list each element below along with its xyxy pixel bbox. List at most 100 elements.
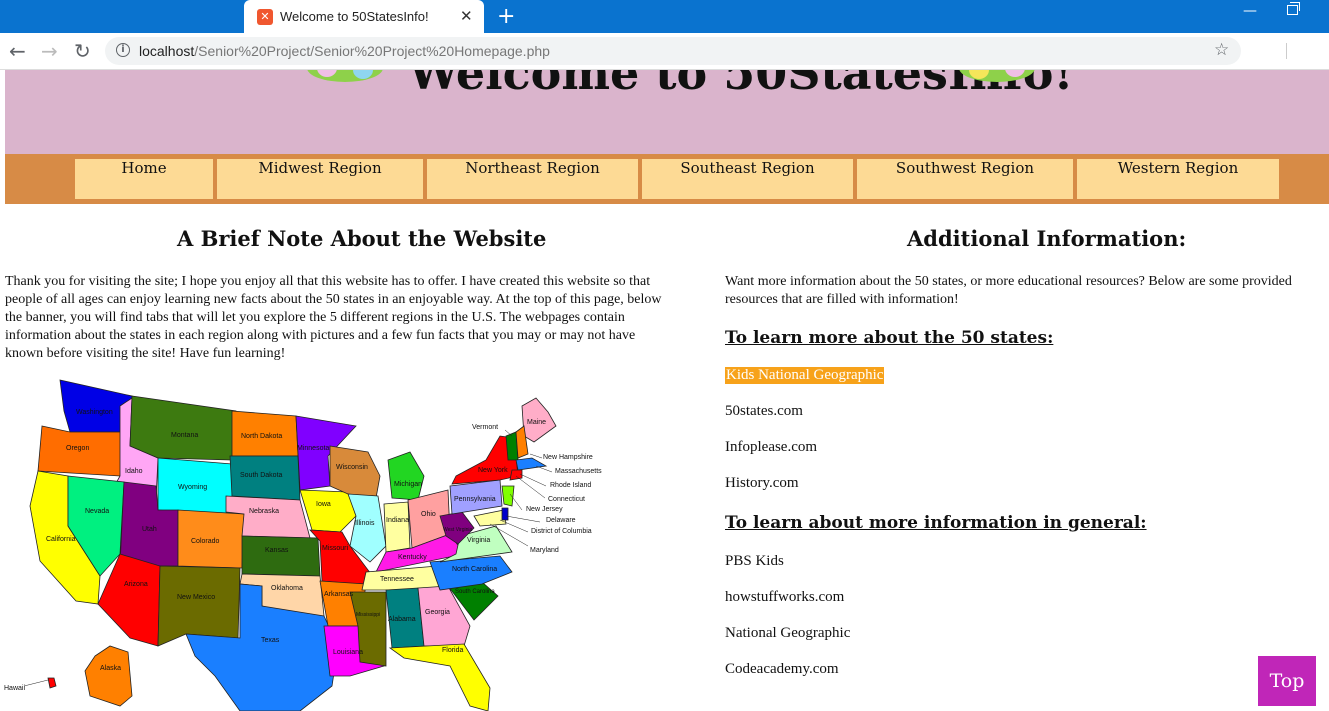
- link-history[interactable]: History.com: [725, 475, 799, 492]
- link-howstuffworks[interactable]: howstuffworks.com: [725, 589, 844, 606]
- forward-arrow-icon[interactable]: →: [41, 39, 58, 63]
- link-kids-national-geographic[interactable]: Kids National Geographic: [725, 367, 885, 384]
- map-label: South Carolina: [455, 589, 495, 595]
- map-label: South Dakota: [240, 472, 283, 479]
- link-national-geographic[interactable]: National Geographic: [725, 625, 850, 642]
- map-label: Wyoming: [178, 484, 207, 491]
- map-state-alaska: [84, 645, 133, 707]
- map-label: Indiana: [386, 517, 409, 524]
- nav-southwest-region[interactable]: Southwest Region: [857, 159, 1073, 199]
- map-label: Louisiana: [333, 649, 363, 656]
- nav-northeast-region[interactable]: Northeast Region: [427, 159, 638, 199]
- reload-icon[interactable]: ↻: [74, 39, 91, 63]
- map-label: Nevada: [85, 508, 109, 515]
- toolbar-divider: [1286, 43, 1287, 59]
- map-label: Tennessee: [380, 576, 414, 583]
- map-label: Colorado: [191, 538, 220, 545]
- url-input[interactable]: i localhost/Senior%20Project/Senior%20Pr…: [105, 37, 1241, 65]
- url-host: localhost: [139, 43, 195, 59]
- map-state-connecticut: [509, 469, 523, 481]
- map-label: Illinois: [355, 520, 375, 527]
- map-state-new-jersey: [501, 485, 515, 507]
- map-label: Idaho: [125, 468, 143, 475]
- map-state-hawaii: [47, 677, 57, 689]
- map-label: Arizona: [124, 581, 148, 588]
- map-state-montana: [129, 395, 237, 461]
- section-50-states-title: To learn more about the 50 states:: [725, 328, 1054, 348]
- left-heading: A Brief Note About the Website: [177, 226, 547, 251]
- banner: Welcome to 50StatesInfo!: [5, 70, 1329, 154]
- map-label: Florida: [442, 647, 464, 654]
- map-label: District of Columbia: [531, 528, 592, 535]
- left-paragraph: Thank you for visiting the site; I hope …: [5, 274, 662, 361]
- map-label: West Virginia: [443, 527, 472, 533]
- back-arrow-icon[interactable]: ←: [9, 39, 26, 63]
- map-label: Mississippi: [356, 612, 380, 618]
- map-state-new-mexico: [157, 565, 241, 647]
- back-to-top-button[interactable]: Top: [1258, 656, 1316, 706]
- map-label: Pennsylvania: [454, 496, 496, 503]
- flower-decoration-icon: [959, 70, 1035, 82]
- right-intro: Want more information about the 50 state…: [725, 274, 1292, 307]
- map-label: Kansas: [265, 547, 289, 554]
- map-label: New York: [478, 467, 508, 474]
- us-states-map: Washington Oregon California Idaho Nevad…: [4, 379, 602, 711]
- link-codeacademy[interactable]: Codeacademy.com: [725, 661, 839, 678]
- region-navbar: Home Midwest Region Northeast Region Sou…: [5, 154, 1329, 204]
- map-state-iowa: [299, 489, 357, 533]
- map-state-michigan: [387, 451, 425, 501]
- url-path: /Senior%20Project/Senior%20Project%20Hom…: [194, 43, 550, 59]
- map-state-delaware: [501, 507, 509, 521]
- link-50states[interactable]: 50states.com: [725, 403, 803, 420]
- map-label: Minnesota: [297, 445, 329, 452]
- map-label: Iowa: [316, 501, 331, 508]
- map-label: Maine: [527, 419, 546, 426]
- map-label: Missouri: [322, 545, 349, 552]
- map-label: New Hampshire: [543, 454, 593, 461]
- xampp-favicon-icon: ✕: [257, 9, 273, 25]
- map-state-kansas: [241, 535, 321, 577]
- map-label: Kentucky: [398, 554, 427, 561]
- nav-western-region[interactable]: Western Region: [1077, 159, 1279, 199]
- nav-home[interactable]: Home: [75, 159, 213, 199]
- flower-decoration-icon: [307, 70, 383, 82]
- section-general-title: To learn about more information in gener…: [725, 513, 1147, 533]
- map-label: North Dakota: [241, 433, 282, 440]
- browser-tab-bar: ✕ Welcome to 50StatesInfo! ✕ + —: [0, 0, 1329, 33]
- map-label: Washington: [76, 409, 113, 416]
- map-state-maryland: [473, 509, 507, 527]
- map-label: California: [46, 536, 76, 543]
- nav-southeast-region[interactable]: Southeast Region: [642, 159, 853, 199]
- map-label: New Mexico: [177, 594, 215, 601]
- map-label: Nebraska: [249, 508, 279, 515]
- restore-window-icon[interactable]: [1287, 2, 1300, 15]
- info-icon[interactable]: i: [116, 43, 130, 57]
- map-label: Texas: [261, 637, 280, 644]
- bookmark-star-icon[interactable]: ☆: [1214, 40, 1229, 60]
- map-label: Rhode Island: [550, 482, 591, 489]
- browser-tab[interactable]: ✕ Welcome to 50StatesInfo! ✕: [244, 0, 484, 33]
- map-label: Vermont: [472, 424, 498, 431]
- map-label: Oklahoma: [271, 585, 303, 592]
- minimize-window-icon[interactable]: —: [1243, 3, 1257, 19]
- nav-midwest-region[interactable]: Midwest Region: [217, 159, 423, 199]
- map-label: Utah: [142, 526, 157, 533]
- new-tab-icon[interactable]: +: [497, 4, 515, 29]
- map-label: Michigan: [394, 481, 422, 488]
- map-label: Massachusetts: [555, 468, 602, 475]
- map-label: Hawaii: [4, 685, 25, 692]
- map-label: Virginia: [467, 537, 490, 544]
- map-label: Oregon: [66, 445, 89, 452]
- link-pbs-kids[interactable]: PBS Kids: [725, 553, 784, 570]
- map-label: Montana: [171, 432, 198, 439]
- address-bar: ← → ↻ i localhost/Senior%20Project/Senio…: [0, 33, 1329, 70]
- map-label: Georgia: [425, 609, 450, 616]
- map-label: Connecticut: [548, 496, 585, 503]
- link-infoplease[interactable]: Infoplease.com: [725, 439, 817, 456]
- close-tab-icon[interactable]: ✕: [460, 7, 473, 25]
- map-label: Delaware: [546, 517, 576, 524]
- map-label: Ohio: [421, 511, 436, 518]
- page-content: Welcome to 50StatesInfo! Home Midwest Re…: [0, 70, 1329, 711]
- map-label: North Carolina: [452, 566, 497, 573]
- right-heading: Additional Information:: [907, 226, 1187, 251]
